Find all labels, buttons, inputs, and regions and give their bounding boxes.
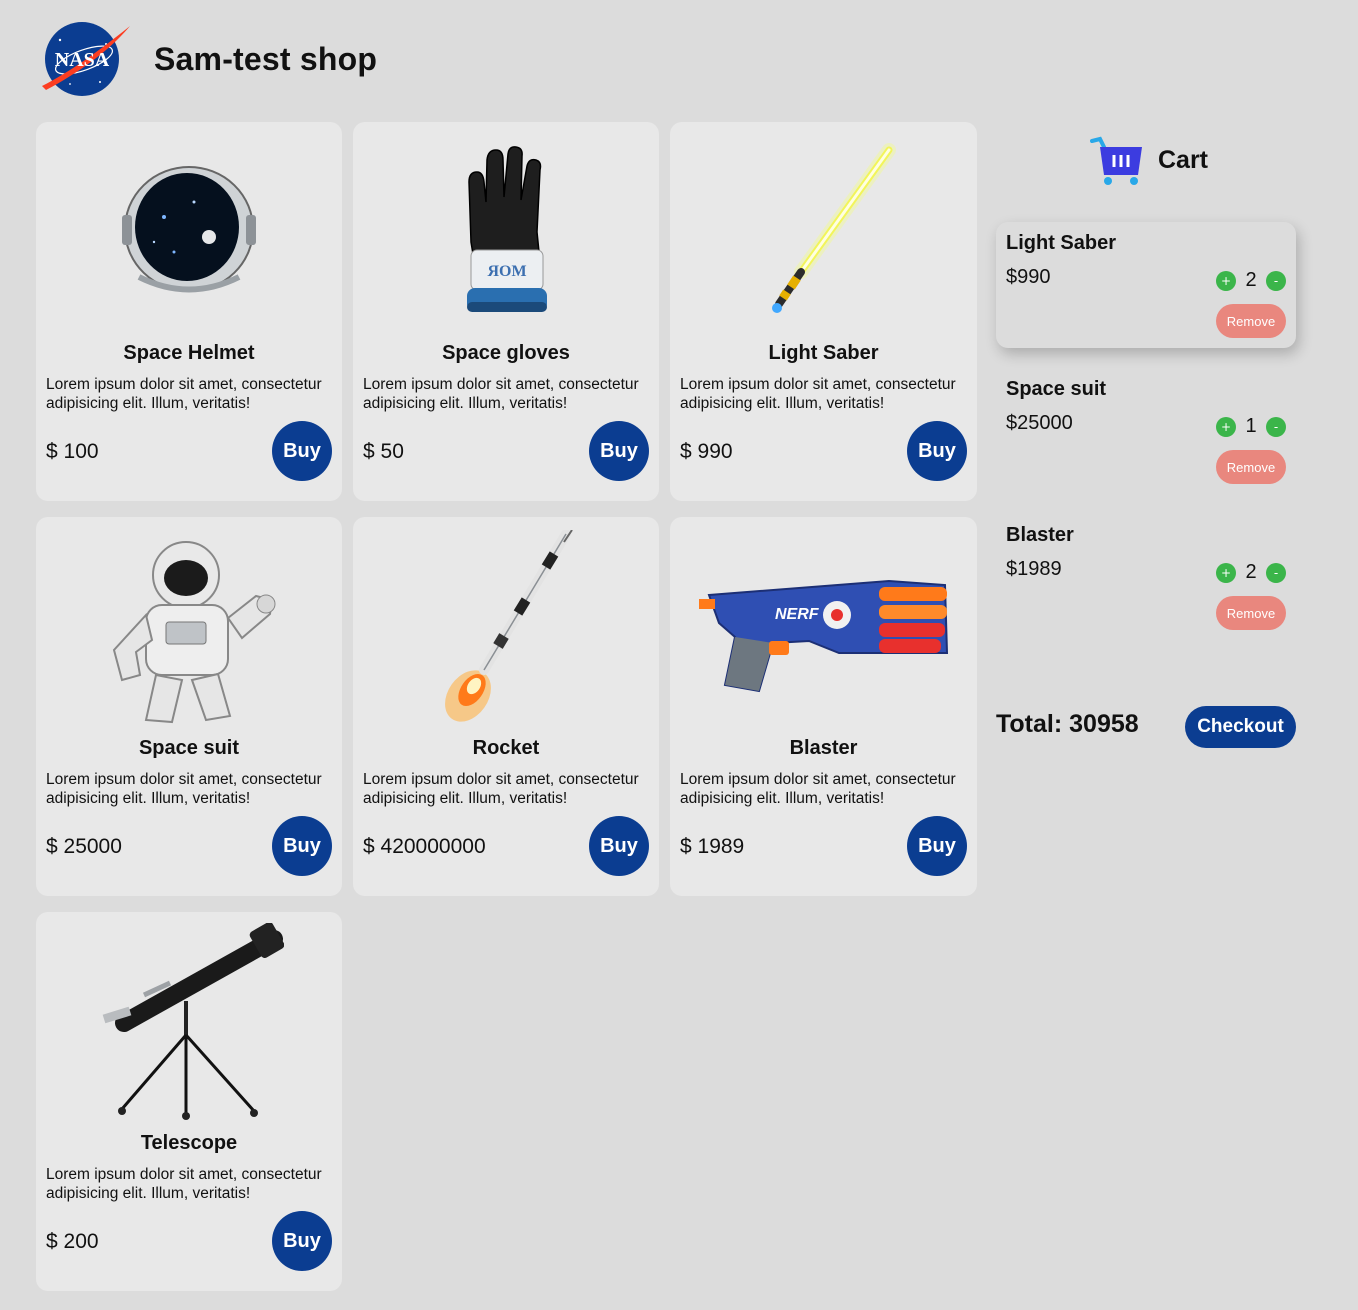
checkout-button[interactable]: Checkout	[1185, 706, 1296, 748]
product-card: Space Helmet Lorem ipsum dolor sit amet,…	[36, 122, 342, 501]
quantity-stepper: + 2 -	[1216, 561, 1286, 584]
quantity-stepper: + 2 -	[1216, 269, 1286, 292]
rocket-image	[353, 527, 659, 727]
buy-button[interactable]: Buy	[272, 816, 332, 876]
blaster-image: NERF	[670, 527, 977, 727]
product-card: Space suit Lorem ipsum dolor sit amet, c…	[36, 517, 342, 896]
svg-text:ЯОМ: ЯОМ	[487, 263, 526, 280]
product-description: Lorem ipsum dolor sit amet, consectetur …	[680, 771, 956, 807]
quantity-value: 1	[1245, 415, 1257, 437]
cart-item-name: Light Saber	[1006, 232, 1117, 254]
cart-header: Cart	[1090, 135, 1208, 185]
product-description: Lorem ipsum dolor sit amet, consectetur …	[680, 376, 956, 412]
product-description: Lorem ipsum dolor sit amet, consectetur …	[46, 771, 322, 807]
quantity-value: 2	[1245, 561, 1257, 583]
product-name: Telescope	[140, 1132, 238, 1154]
product-description: Lorem ipsum dolor sit amet, consectetur …	[363, 771, 639, 807]
remove-button[interactable]: Remove	[1216, 304, 1286, 338]
product-name: Space gloves	[442, 342, 570, 364]
light-saber-image	[670, 132, 977, 332]
product-card: Telescope Lorem ipsum dolor sit amet, co…	[36, 912, 342, 1291]
buy-button[interactable]: Buy	[589, 816, 649, 876]
product-name: Space Helmet	[123, 342, 255, 364]
space-suit-image	[36, 527, 342, 727]
shopping-cart-icon	[1090, 136, 1142, 185]
cart-title: Cart	[1158, 145, 1209, 174]
cart-item: Light Saber $990 + 2 - Remove	[996, 222, 1296, 348]
quantity-value: 2	[1245, 269, 1257, 291]
product-price: $ 25000	[46, 835, 122, 858]
product-card: ЯОМ Space gloves Lorem ipsum dolor sit a…	[353, 122, 659, 501]
cart-item-name: Blaster	[1006, 524, 1074, 546]
buy-button[interactable]: Buy	[907, 421, 967, 481]
product-description: Lorem ipsum dolor sit amet, consectetur …	[46, 1166, 322, 1202]
cart-item-price: $990	[1006, 266, 1051, 288]
buy-button[interactable]: Buy	[272, 1211, 332, 1271]
product-price: $ 200	[46, 1230, 99, 1253]
cart-item-name: Space suit	[1006, 378, 1107, 400]
decrease-button[interactable]: -	[1266, 416, 1286, 437]
buy-button[interactable]: Buy	[907, 816, 967, 876]
cart-total: Total: 30958	[996, 710, 1139, 738]
remove-button[interactable]: Remove	[1216, 596, 1286, 630]
buy-button[interactable]: Buy	[589, 421, 649, 481]
svg-text:NERF: NERF	[775, 606, 820, 623]
product-grid: Space Helmet Lorem ipsum dolor sit amet,…	[36, 122, 977, 1291]
nasa-logo-text: NASA	[55, 49, 110, 71]
product-name: Rocket	[472, 737, 540, 759]
product-price: $ 1989	[680, 835, 745, 858]
space-helmet-image	[36, 132, 342, 332]
increase-button[interactable]: +	[1216, 416, 1236, 437]
product-name: Blaster	[789, 737, 858, 759]
space-gloves-image: ЯОМ	[353, 132, 659, 332]
nasa-logo[interactable]: NASA	[40, 20, 132, 98]
product-price: $ 990	[680, 440, 733, 463]
header: NASA Sam-test shop	[40, 20, 377, 98]
product-card: Light Saber Lorem ipsum dolor sit amet, …	[670, 122, 977, 501]
quantity-stepper: + 1 -	[1216, 415, 1286, 438]
product-name: Light Saber	[768, 342, 879, 364]
product-description: Lorem ipsum dolor sit amet, consectetur …	[46, 376, 322, 412]
product-card: Rocket Lorem ipsum dolor sit amet, conse…	[353, 517, 659, 896]
product-name: Space suit	[138, 737, 240, 759]
cart-item-price: $25000	[1006, 412, 1073, 434]
increase-button[interactable]: +	[1216, 562, 1236, 583]
telescope-image	[36, 922, 342, 1122]
decrease-button[interactable]: -	[1266, 270, 1286, 291]
product-description: Lorem ipsum dolor sit amet, consectetur …	[363, 376, 639, 412]
decrease-button[interactable]: -	[1266, 562, 1286, 583]
remove-button[interactable]: Remove	[1216, 450, 1286, 484]
cart-item: Blaster $1989 + 2 - Remove	[996, 514, 1296, 640]
cart-item-price: $1989	[1006, 558, 1062, 580]
page-title: Sam-test shop	[154, 40, 378, 77]
buy-button[interactable]: Buy	[272, 421, 332, 481]
product-price: $ 50	[363, 440, 404, 463]
product-price: $ 100	[46, 440, 99, 463]
increase-button[interactable]: +	[1216, 270, 1236, 291]
product-price: $ 420000000	[363, 835, 486, 858]
cart-item: Space suit $25000 + 1 - Remove	[996, 368, 1296, 494]
product-card: NERF Blaster Lorem ipsum dolor sit amet,…	[670, 517, 977, 896]
